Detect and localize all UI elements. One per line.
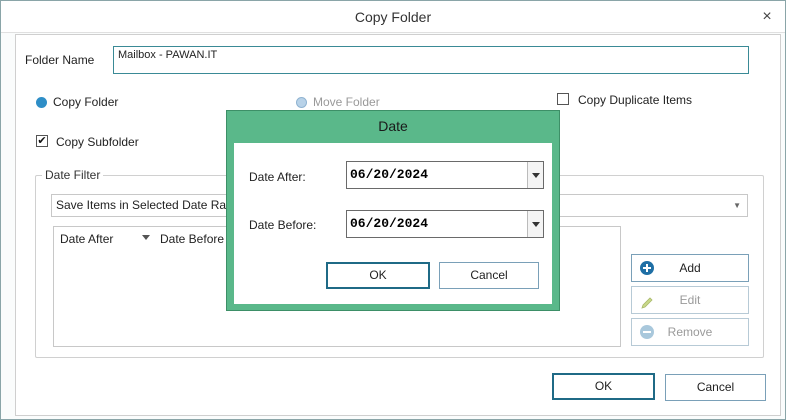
window-title: Copy Folder: [354, 9, 432, 25]
title-bar: Copy Folder ×: [1, 1, 785, 33]
edit-button[interactable]: Edit: [631, 286, 749, 314]
column-date-after[interactable]: Date After: [60, 232, 113, 246]
chevron-down-icon: ▼: [733, 201, 741, 210]
date-filter-title: Date Filter: [42, 168, 104, 182]
date-before-label: Date Before:: [249, 218, 317, 232]
date-before-picker[interactable]: 06/20/2024: [346, 210, 544, 238]
close-icon[interactable]: ×: [757, 1, 777, 33]
cancel-button[interactable]: Cancel: [665, 374, 766, 401]
date-ok-button[interactable]: OK: [326, 262, 430, 289]
sort-down-icon[interactable]: [142, 235, 150, 240]
copy-subfolder-label[interactable]: Copy Subfolder: [56, 135, 139, 149]
copy-folder-label[interactable]: Copy Folder: [53, 95, 118, 109]
date-before-value: 06/20/2024: [350, 216, 429, 231]
remove-button-label: Remove: [667, 325, 713, 339]
add-button-label: Add: [679, 261, 701, 275]
date-dialog-title: Date: [378, 118, 408, 134]
move-folder-label[interactable]: Move Folder: [313, 95, 380, 109]
pencil-icon: [640, 293, 654, 309]
copy-folder-radio[interactable]: [36, 97, 47, 108]
remove-button[interactable]: Remove: [631, 318, 749, 346]
date-dialog-body: Date After: 06/20/2024 Date Before: 06/2…: [234, 143, 552, 304]
copy-duplicate-checkbox[interactable]: [557, 93, 569, 105]
folder-name-input[interactable]: Mailbox - PAWAN.IT: [113, 46, 749, 74]
date-range-select-value: Save Items in Selected Date Range: [56, 198, 247, 212]
date-after-label: Date After:: [249, 170, 306, 184]
column-date-before[interactable]: Date Before: [160, 232, 224, 246]
date-dialog: Date Date After: 06/20/2024 Date Before:…: [226, 110, 560, 311]
add-button[interactable]: Add: [631, 254, 749, 282]
minus-circle-icon: [640, 325, 654, 339]
plus-circle-icon: [640, 261, 654, 275]
copy-subfolder-checkbox[interactable]: ✔: [36, 135, 48, 147]
move-folder-radio[interactable]: [296, 97, 307, 108]
chevron-down-icon[interactable]: [527, 162, 543, 188]
edit-button-label: Edit: [679, 293, 701, 307]
copy-duplicate-label[interactable]: Copy Duplicate Items: [578, 93, 692, 107]
date-cancel-button[interactable]: Cancel: [439, 262, 539, 289]
date-after-value: 06/20/2024: [350, 167, 429, 182]
chevron-down-icon[interactable]: [527, 211, 543, 237]
folder-name-label: Folder Name: [25, 53, 95, 67]
ok-button[interactable]: OK: [552, 373, 655, 400]
date-after-picker[interactable]: 06/20/2024: [346, 161, 544, 189]
